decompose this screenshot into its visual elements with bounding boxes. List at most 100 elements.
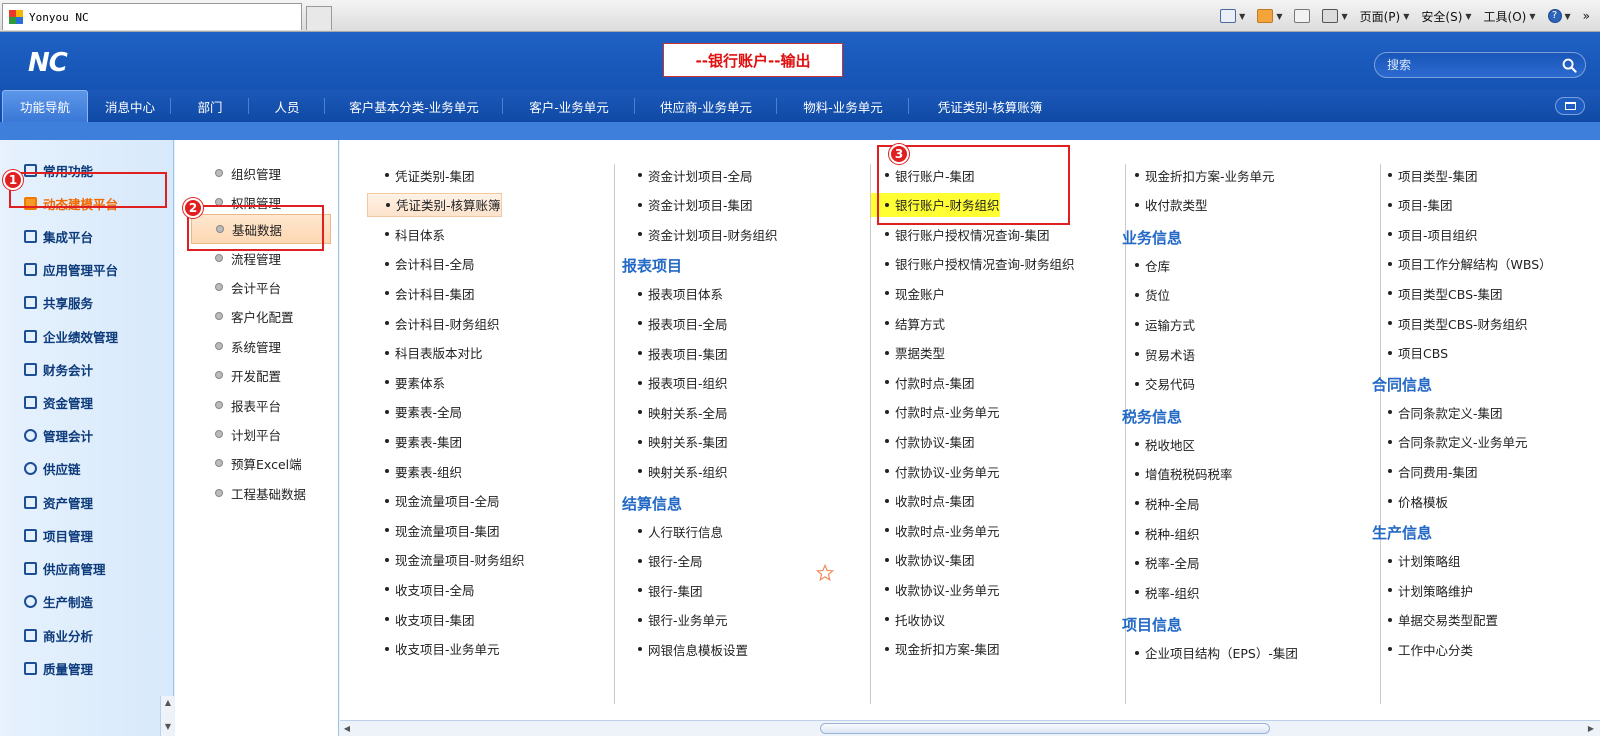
search-box[interactable] — [1374, 52, 1586, 78]
function-link[interactable]: 项目-集团 — [1388, 193, 1453, 217]
feeds-button[interactable]: ▼ — [1257, 9, 1282, 23]
function-link[interactable]: 银行账户授权情况查询-集团 — [885, 222, 1050, 246]
function-link[interactable]: 工作中心分类 — [1388, 637, 1473, 661]
function-link[interactable]: 仓库 — [1135, 253, 1170, 277]
tab-message-center[interactable]: 消息中心 — [90, 90, 170, 122]
function-link[interactable]: 合同条款定义-业务单元 — [1388, 430, 1528, 454]
function-link[interactable]: 付款时点-业务单元 — [885, 400, 1000, 424]
tools-menu[interactable]: 工具(O) ▼ — [1484, 8, 1536, 25]
function-link[interactable]: 合同条款定义-集团 — [1388, 400, 1503, 424]
print-button[interactable]: ▼ — [1322, 9, 1348, 23]
function-link[interactable]: 项目类型CBS-集团 — [1388, 281, 1503, 305]
sidebar-item-project[interactable]: 项目管理 — [4, 520, 170, 550]
menu-item-budget-excel[interactable]: 预算Excel端 — [215, 448, 302, 478]
sidebar-item-finance[interactable]: 财务会计 — [4, 354, 170, 384]
more-tools-button[interactable]: » — [1583, 9, 1590, 23]
function-link[interactable]: 科目表版本对比 — [385, 341, 483, 365]
function-link[interactable]: 计划策略维护 — [1388, 578, 1473, 602]
function-link[interactable]: 收支项目-全局 — [385, 577, 475, 601]
function-link[interactable]: 现金流量项目-财务组织 — [385, 548, 525, 572]
function-link[interactable]: 托收协议 — [885, 607, 945, 631]
function-link[interactable]: 资金计划项目-全局 — [638, 163, 753, 187]
function-link[interactable]: 要素表-集团 — [385, 429, 462, 453]
function-link[interactable]: 贸易术语 — [1135, 342, 1195, 366]
function-link[interactable]: 货位 — [1135, 283, 1170, 307]
star-icon[interactable] — [816, 564, 834, 582]
function-link[interactable]: 收支项目-集团 — [385, 607, 475, 631]
function-link[interactable]: 付款时点-集团 — [885, 370, 975, 394]
tab-supplier[interactable]: 供应商-业务单元 — [636, 90, 776, 122]
collapse-button[interactable] — [1555, 97, 1585, 115]
function-link[interactable]: 映射关系-集团 — [638, 430, 728, 454]
function-link[interactable]: 付款协议-集团 — [885, 429, 975, 453]
sidebar-item-integration[interactable]: 集成平台 — [4, 221, 170, 251]
function-link[interactable]: 税收地区 — [1135, 432, 1195, 456]
function-link[interactable]: 现金折扣方案-业务单元 — [1135, 163, 1275, 187]
function-link[interactable]: 项目类型-集团 — [1388, 163, 1478, 187]
sidebar-item-shared-services[interactable]: 共享服务 — [4, 287, 170, 317]
scrollbar-thumb[interactable] — [820, 723, 1270, 734]
sidebar-item-app-management[interactable]: 应用管理平台 — [4, 254, 170, 284]
new-tab-button[interactable] — [306, 6, 332, 30]
scroll-left-icon[interactable]: ◀ — [342, 723, 352, 734]
menu-item-plan[interactable]: 计划平台 — [215, 419, 281, 449]
function-link[interactable]: 项目类型CBS-财务组织 — [1388, 311, 1528, 335]
function-link[interactable]: 银行-业务单元 — [638, 608, 728, 632]
browser-tab[interactable]: Yonyou NC — [2, 3, 302, 30]
sidebar-item-management-accounting[interactable]: 管理会计 — [4, 420, 170, 450]
function-link[interactable]: 银行-集团 — [638, 578, 703, 602]
function-link[interactable]: 要素表-组织 — [385, 459, 462, 483]
function-link[interactable]: 税率-组织 — [1135, 580, 1200, 604]
function-link[interactable]: 现金流量项目-集团 — [385, 518, 500, 542]
horizontal-scrollbar[interactable]: ◀ ▶ — [340, 720, 1600, 736]
function-link[interactable]: 会计科目-财务组织 — [385, 311, 500, 335]
function-link[interactable]: 项目CBS — [1388, 341, 1448, 365]
sidebar-item-supply-chain[interactable]: 供应链 — [4, 453, 170, 483]
tab-material[interactable]: 物料-业务单元 — [778, 90, 908, 122]
function-link[interactable]: 资金计划项目-集团 — [638, 193, 753, 217]
scroll-right-icon[interactable]: ▶ — [1586, 723, 1596, 734]
function-link[interactable]: 收支项目-业务单元 — [385, 637, 500, 661]
function-link[interactable]: 项目工作分解结构（WBS） — [1388, 252, 1552, 276]
function-link[interactable]: 税种-组织 — [1135, 521, 1200, 545]
function-link[interactable]: 银行-全局 — [638, 549, 703, 573]
tab-function-nav[interactable]: 功能导航 — [2, 90, 88, 122]
function-link[interactable]: 运输方式 — [1135, 312, 1195, 336]
function-link[interactable]: 资金计划项目-财务组织 — [638, 222, 778, 246]
tab-customer-class[interactable]: 客户基本分类-业务单元 — [326, 90, 502, 122]
function-link[interactable]: 收款时点-业务单元 — [885, 518, 1000, 542]
function-link[interactable]: 报表项目体系 — [638, 282, 723, 306]
function-link[interactable]: 映射关系-全局 — [638, 400, 728, 424]
help-menu[interactable]: ? ▼ — [1547, 9, 1571, 23]
menu-item-org[interactable]: 组织管理 — [215, 158, 281, 188]
function-link[interactable]: 票据类型 — [885, 341, 945, 365]
function-link[interactable]: 映射关系-组织 — [638, 459, 728, 483]
function-link[interactable]: 企业项目结构（EPS）-集团 — [1135, 641, 1298, 665]
function-link[interactable]: 合同费用-集团 — [1388, 459, 1478, 483]
function-link[interactable]: 现金折扣方案-集团 — [885, 637, 1000, 661]
sidebar-item-supplier[interactable]: 供应商管理 — [4, 553, 170, 583]
search-icon[interactable] — [1562, 58, 1577, 73]
function-link[interactable]: 增值税税码税率 — [1135, 462, 1233, 486]
function-link[interactable]: 收款协议-集团 — [885, 548, 975, 572]
function-link[interactable]: 报表项目-集团 — [638, 341, 728, 365]
tab-customer[interactable]: 客户-业务单元 — [504, 90, 634, 122]
menu-item-accounting-platform[interactable]: 会计平台 — [215, 272, 281, 302]
function-link[interactable]: 付款协议-业务单元 — [885, 459, 1000, 483]
home-button[interactable]: ▼ — [1220, 9, 1245, 23]
sidebar-scrollbar[interactable]: ▲ ▼ — [160, 696, 174, 736]
menu-item-engineering[interactable]: 工程基础数据 — [215, 478, 306, 508]
sidebar-item-business-analysis[interactable]: 商业分析 — [4, 620, 170, 650]
sidebar-item-assets[interactable]: 资产管理 — [4, 487, 170, 517]
menu-item-report[interactable]: 报表平台 — [215, 390, 281, 420]
function-link[interactable]: 现金流量项目-全局 — [385, 489, 500, 513]
function-link[interactable]: 要素表-全局 — [385, 400, 462, 424]
function-link[interactable]: 收款协议-业务单元 — [885, 577, 1000, 601]
function-link[interactable]: 要素体系 — [385, 370, 445, 394]
function-link[interactable]: 项目-项目组织 — [1388, 222, 1478, 246]
function-link[interactable]: 凭证类别-集团 — [385, 163, 475, 187]
function-link[interactable]: 人行联行信息 — [638, 519, 723, 543]
menu-item-customization[interactable]: 客户化配置 — [215, 301, 294, 331]
function-link[interactable]: 报表项目-全局 — [638, 311, 728, 335]
function-link[interactable]: 税种-全局 — [1135, 491, 1200, 515]
